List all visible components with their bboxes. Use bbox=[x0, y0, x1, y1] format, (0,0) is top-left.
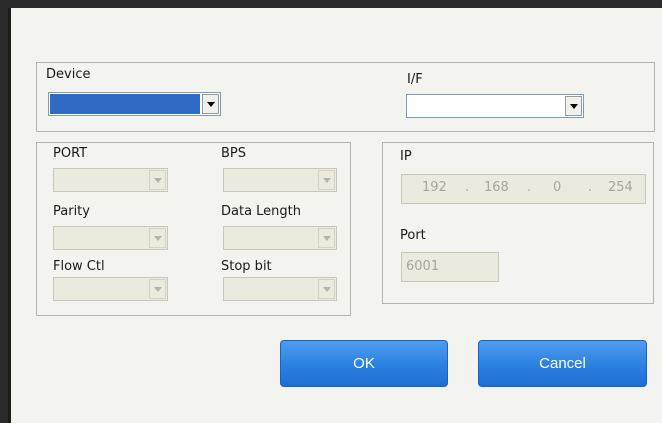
flow-ctl-label: Flow Ctl bbox=[53, 259, 105, 274]
network-port-label: Port bbox=[400, 228, 426, 243]
connection-dialog: Device I/F PORT BPS Parity Data Length F… bbox=[8, 8, 662, 423]
interface-label: I/F bbox=[407, 72, 423, 87]
chevron-down-icon[interactable] bbox=[318, 279, 335, 299]
device-combo[interactable] bbox=[48, 92, 221, 116]
port-combo-value bbox=[55, 170, 147, 190]
chevron-down-icon[interactable] bbox=[318, 170, 335, 190]
ip-label: IP bbox=[400, 149, 412, 164]
cancel-button[interactable]: Cancel bbox=[478, 340, 647, 387]
device-combo-value bbox=[50, 94, 200, 114]
stop-bit-combo-value bbox=[225, 279, 316, 299]
ip-address-field[interactable]: 192 . 168 . 0 . 254 bbox=[401, 174, 646, 204]
chevron-down-icon[interactable] bbox=[149, 170, 166, 190]
data-length-combo[interactable] bbox=[223, 226, 337, 250]
stop-bit-combo[interactable] bbox=[223, 277, 337, 301]
network-port-field[interactable]: 6001 bbox=[401, 252, 499, 282]
ip-octet-1: 192 bbox=[422, 180, 447, 195]
chevron-down-icon[interactable] bbox=[202, 94, 219, 114]
bps-combo[interactable] bbox=[223, 168, 337, 192]
chevron-down-icon[interactable] bbox=[565, 96, 582, 116]
port-combo[interactable] bbox=[53, 168, 168, 192]
stop-bit-label: Stop bit bbox=[221, 259, 272, 274]
ip-dot-3: . bbox=[588, 180, 593, 195]
flow-ctl-combo[interactable] bbox=[53, 277, 168, 301]
port-label: PORT bbox=[53, 146, 88, 161]
parity-label: Parity bbox=[53, 204, 90, 219]
network-port-value: 6001 bbox=[406, 259, 440, 274]
flow-ctl-combo-value bbox=[55, 279, 147, 299]
ok-button[interactable]: OK bbox=[280, 340, 448, 387]
chevron-down-icon[interactable] bbox=[149, 279, 166, 299]
ip-dot-1: . bbox=[465, 180, 470, 195]
data-length-label: Data Length bbox=[221, 204, 302, 219]
parity-combo-value bbox=[55, 228, 147, 248]
chevron-down-icon[interactable] bbox=[318, 228, 335, 248]
interface-combo-value bbox=[408, 96, 563, 116]
bps-label: BPS bbox=[221, 146, 247, 161]
ip-octet-4: 254 bbox=[608, 180, 633, 195]
bps-combo-value bbox=[225, 170, 316, 190]
interface-combo[interactable] bbox=[406, 94, 584, 118]
ip-dot-2: . bbox=[527, 180, 532, 195]
parity-combo[interactable] bbox=[53, 226, 168, 250]
chevron-down-icon[interactable] bbox=[149, 228, 166, 248]
ip-octet-2: 168 bbox=[484, 180, 509, 195]
data-length-combo-value bbox=[225, 228, 316, 248]
ip-octet-3: 0 bbox=[553, 180, 562, 195]
device-label: Device bbox=[46, 67, 91, 82]
